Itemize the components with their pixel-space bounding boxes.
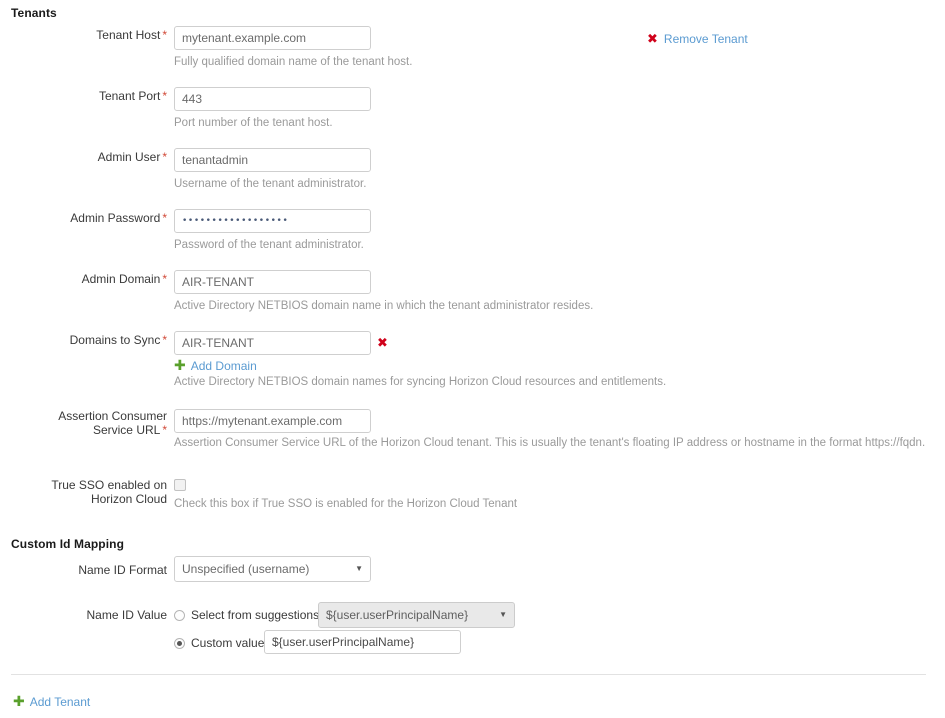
add-tenant-link[interactable]: ✚ Add Tenant: [13, 695, 90, 709]
true-sso-label: True SSO enabled on Horizon Cloud: [51, 478, 167, 506]
remove-tenant-link[interactable]: ✖ Remove Tenant: [647, 32, 748, 46]
required-asterisk: *: [162, 150, 167, 164]
name-id-format-select[interactable]: Unspecified (username) ▼: [174, 556, 371, 582]
true-sso-checkbox[interactable]: [174, 479, 186, 491]
remove-tenant-icon: ✖: [647, 31, 658, 47]
admin-password-hint: Password of the tenant administrator.: [174, 239, 364, 251]
radio-custom-label: Custom value: [191, 636, 265, 650]
domains-to-sync-hint: Active Directory NETBIOS domain names fo…: [174, 376, 667, 388]
remove-tenant-label: Remove Tenant: [663, 32, 748, 46]
name-id-suggestion-select[interactable]: ${user.userPrincipalName} ▼: [318, 602, 515, 628]
required-asterisk: *: [162, 28, 167, 42]
tenant-port-label: Tenant Port *: [98, 89, 167, 103]
domains-to-sync-label: Domains to Sync *: [69, 333, 167, 347]
admin-user-input[interactable]: [174, 148, 371, 172]
tenant-host-label: Tenant Host *: [96, 28, 167, 42]
required-asterisk: *: [162, 423, 167, 437]
admin-password-masked-value: ••••••••••••••••••: [182, 215, 289, 226]
chevron-down-icon: ▼: [499, 610, 507, 619]
tenant-port-input[interactable]: [174, 87, 371, 111]
radio-indicator-custom: [174, 637, 185, 649]
section-divider: [11, 674, 926, 675]
radio-select-from-suggestions[interactable]: Select from suggestions: [174, 608, 319, 622]
admin-domain-input[interactable]: [174, 270, 371, 294]
assertion-url-label: Assertion Consumer Service URL *: [58, 409, 167, 437]
name-id-custom-value-input[interactable]: [264, 630, 461, 654]
remove-domain-icon[interactable]: ✖: [377, 337, 388, 350]
add-domain-label: Add Domain: [190, 359, 257, 373]
chevron-down-icon: ▼: [355, 564, 363, 573]
required-asterisk: *: [162, 89, 167, 103]
add-tenant-label: Add Tenant: [29, 695, 91, 709]
admin-user-hint: Username of the tenant administrator.: [174, 178, 367, 190]
required-asterisk: *: [162, 333, 167, 347]
required-asterisk: *: [162, 272, 167, 286]
assertion-url-hint: Assertion Consumer Service URL of the Ho…: [174, 437, 926, 449]
admin-user-label: Admin User *: [97, 150, 167, 164]
assertion-url-input[interactable]: [174, 409, 371, 433]
true-sso-hint: Check this box if True SSO is enabled fo…: [174, 498, 518, 510]
custom-id-mapping-heading: Custom Id Mapping: [11, 537, 125, 551]
add-tenant-plus-icon: ✚: [13, 694, 25, 710]
add-domain-plus-icon: ✚: [174, 358, 186, 374]
radio-custom-value[interactable]: Custom value: [174, 636, 264, 650]
name-id-format-selected-value: Unspecified (username): [182, 562, 310, 576]
name-id-format-label: Name ID Format: [78, 563, 167, 577]
tenant-port-hint: Port number of the tenant host.: [174, 117, 333, 129]
admin-password-label: Admin Password *: [70, 211, 167, 225]
tenant-configuration-form: Tenants ✖ Remove Tenant Tenant Host* Ful…: [0, 0, 945, 718]
tenant-host-input[interactable]: [174, 26, 371, 50]
tenant-host-hint: Fully qualified domain name of the tenan…: [174, 56, 413, 68]
add-domain-link[interactable]: ✚ Add Domain: [174, 359, 257, 373]
tenants-section-heading: Tenants: [11, 6, 57, 20]
admin-domain-hint: Active Directory NETBIOS domain name in …: [174, 300, 594, 312]
radio-indicator-suggestions: [174, 609, 185, 621]
name-id-suggestion-value: ${user.userPrincipalName}: [326, 608, 469, 622]
required-asterisk: *: [162, 211, 167, 225]
radio-suggestions-label: Select from suggestions: [191, 608, 320, 622]
admin-domain-label: Admin Domain *: [81, 272, 167, 286]
name-id-value-label: Name ID Value: [86, 608, 167, 622]
admin-password-input[interactable]: ••••••••••••••••••: [174, 209, 371, 233]
domains-to-sync-input[interactable]: [174, 331, 371, 355]
